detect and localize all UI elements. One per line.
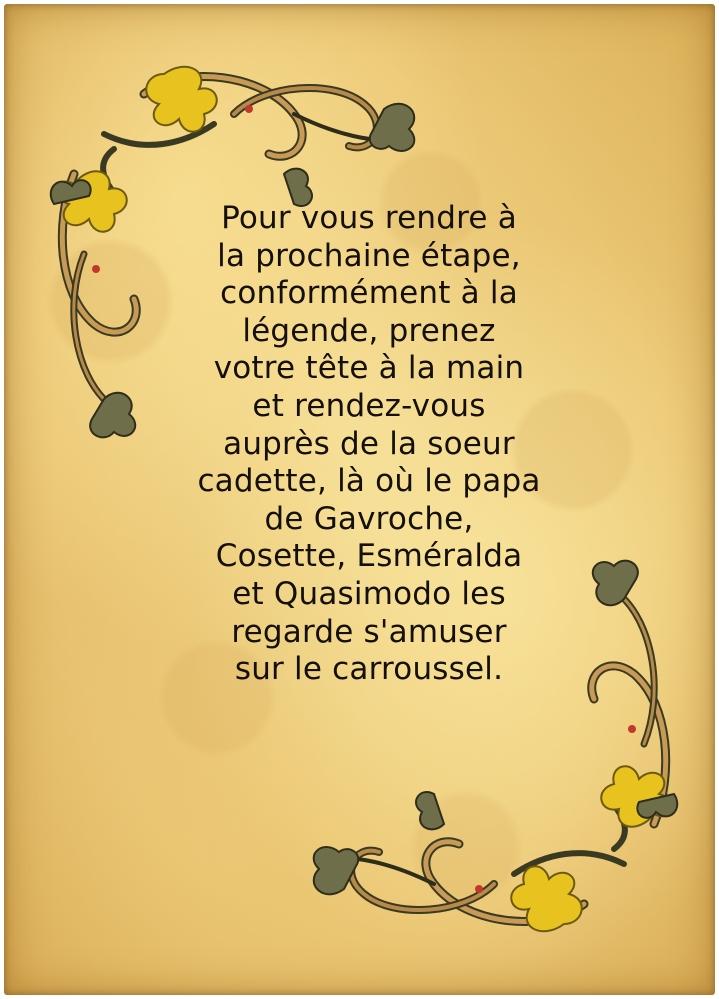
poem-line: Cosette, Esméralda <box>215 538 523 575</box>
poem-line: sur le carroussel. <box>234 651 504 688</box>
poem-line: et Quasimodo les <box>232 575 506 612</box>
poem-line: regarde s'amuser <box>231 613 507 650</box>
poem-line: de Gavroche, <box>264 500 474 537</box>
poem-text: Pour vous rendre à la prochaine étape, c… <box>144 200 594 689</box>
parchment-background: Pour vous rendre à la prochaine étape, c… <box>4 4 715 995</box>
poem-line: et rendez-vous <box>252 387 486 424</box>
poem-line: conformément à la <box>220 275 518 312</box>
poem-line: légende, prenez <box>242 312 496 349</box>
poem-line: cadette, là où le papa <box>197 463 541 500</box>
poem-line: auprès de la soeur <box>223 425 515 462</box>
poem-line: la prochaine étape, <box>217 237 521 274</box>
poem-line: Pour vous rendre à <box>221 200 517 236</box>
poem-line: votre tête à la main <box>213 350 525 387</box>
